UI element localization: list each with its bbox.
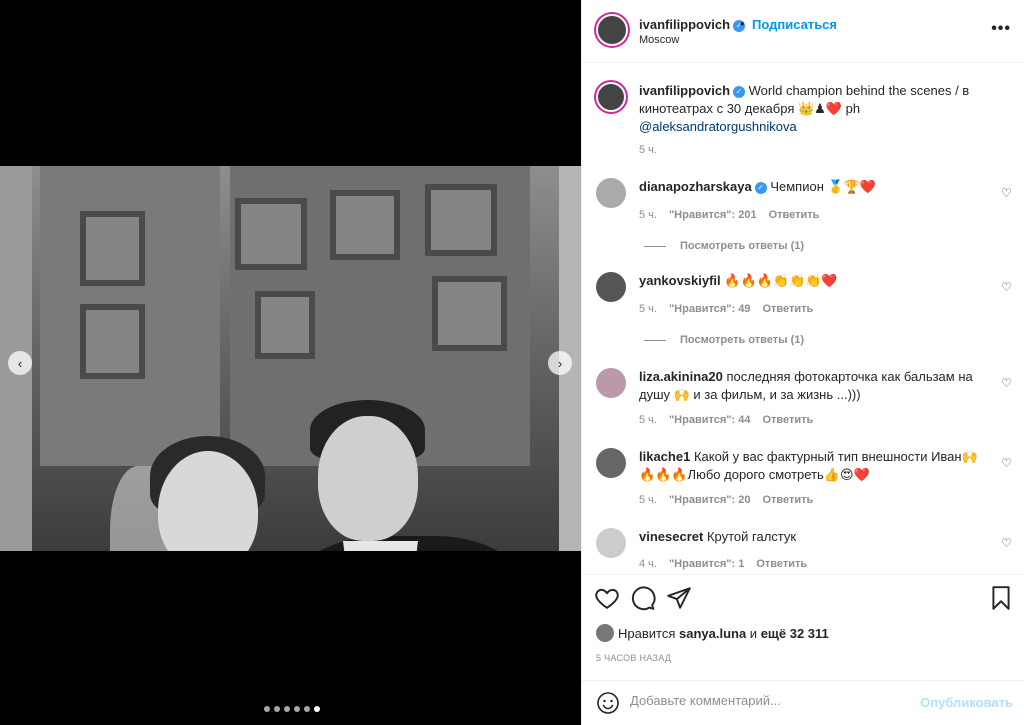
comment-username[interactable]: vinesecret [639,529,703,544]
liker-username[interactable]: sanya.luna [679,626,746,641]
smiley-icon[interactable] [596,691,620,715]
comment-icon[interactable] [630,585,656,611]
caption-time: 5 ч. [639,144,657,156]
comment-time: 5 ч. [639,303,657,315]
post-header: ivanfilippovich ✓ • Подписаться Moscow ••… [582,0,1024,63]
comment-text: Какой у вас фактурный тип внешности Иван… [639,449,978,482]
follow-button[interactable]: Подписаться [752,17,837,32]
post-media: ‹ › [0,0,581,725]
publish-button[interactable]: Опубликовать [920,695,1013,710]
comment-reply-button[interactable]: Ответить [762,414,813,426]
comment-reply-button[interactable]: Ответить [762,494,813,506]
comment-text: Крутой галстук [703,529,797,544]
post-sidebar: ivanfilippovich ✓ • Подписаться Moscow ••… [581,0,1024,725]
comment-input[interactable] [630,693,910,708]
author-avatar[interactable] [596,14,628,46]
comment-text: 🔥🔥🔥👏👏👏❤️ [720,273,838,288]
instagram-post: ‹ › ivanfilippovich ✓ • Подписаться Mosco… [0,0,1024,725]
comment-time: 5 ч. [639,209,657,221]
comment-likes[interactable]: "Нравится": 20 [669,494,750,506]
comment-like-heart-icon[interactable]: ♡ [1001,280,1013,294]
commenter-avatar[interactable] [596,272,626,302]
author-username[interactable]: ivanfilippovich ✓ [639,17,746,32]
carousel-dot [274,706,280,712]
verified-badge-icon: ✓ [733,86,746,98]
caption-username[interactable]: ivanfilippovich [639,83,730,98]
heart-icon[interactable] [594,585,620,611]
carousel-indicator [264,706,320,712]
comment-likes[interactable]: "Нравится": 1 [669,558,744,570]
comment-like-heart-icon[interactable]: ♡ [1001,536,1013,550]
comment-reply-button[interactable]: Ответить [762,303,813,315]
caption-mention[interactable]: @aleksandratorgushnikova [639,119,797,134]
separator-dot: • [740,16,745,31]
carousel-next-button[interactable]: › [548,351,572,375]
bookmark-icon[interactable] [988,585,1014,611]
add-comment-bar: Опубликовать [582,680,1024,725]
comment-like-heart-icon[interactable]: ♡ [1001,186,1013,200]
comment-username[interactable]: yankovskiyfil [639,273,721,288]
comment-like-heart-icon[interactable]: ♡ [1001,376,1013,390]
comment-time: 5 ч. [639,414,657,426]
comments-list: ivanfilippovich ✓ World champion behind t… [582,64,1024,574]
comment-like-heart-icon[interactable]: ♡ [1001,456,1013,470]
comment-username[interactable]: liza.akinina20 [639,369,723,384]
caption-avatar[interactable] [596,82,626,112]
comment-username[interactable]: dianapozharskaya [639,179,752,194]
comment-reply-button[interactable]: Ответить [756,558,807,570]
comment-time: 4 ч. [639,558,657,570]
carousel-dot [314,706,320,712]
comment-likes[interactable]: "Нравится": 201 [669,209,757,221]
view-replies-button[interactable]: Посмотреть ответы (1) [644,334,804,346]
likes-summary: Нравится sanya.luna и ещё 32 311 [596,624,829,642]
comment-likes[interactable]: "Нравится": 49 [669,303,750,315]
carousel-dot [284,706,290,712]
comment-time: 5 ч. [639,494,657,506]
more-options-button[interactable]: ••• [991,20,1011,38]
likes-count-button[interactable]: ещё 32 311 [761,626,829,641]
carousel-dot [294,706,300,712]
paper-plane-icon[interactable] [666,585,692,611]
post-timestamp[interactable]: 5 ЧАСОВ НАЗАД [596,653,671,663]
post-location[interactable]: Moscow [639,34,679,46]
comment-username[interactable]: likache1 [639,449,690,464]
carousel-prev-button[interactable]: ‹ [8,351,32,375]
commenter-avatar[interactable] [596,528,626,558]
commenter-avatar[interactable] [596,448,626,478]
liker-avatar[interactable] [596,624,614,642]
comment-text: Чемпион 🥇🏆❤️ [766,179,877,194]
commenter-avatar[interactable] [596,178,626,208]
carousel-dot [304,706,310,712]
comment-reply-button[interactable]: Ответить [769,209,820,221]
verified-badge-icon: ✓ [754,182,767,194]
view-replies-button[interactable]: Посмотреть ответы (1) [644,240,804,252]
comment-likes[interactable]: "Нравится": 44 [669,414,750,426]
carousel-dot [264,706,270,712]
commenter-avatar[interactable] [596,368,626,398]
action-bar [582,574,1024,622]
post-photo [0,166,581,551]
